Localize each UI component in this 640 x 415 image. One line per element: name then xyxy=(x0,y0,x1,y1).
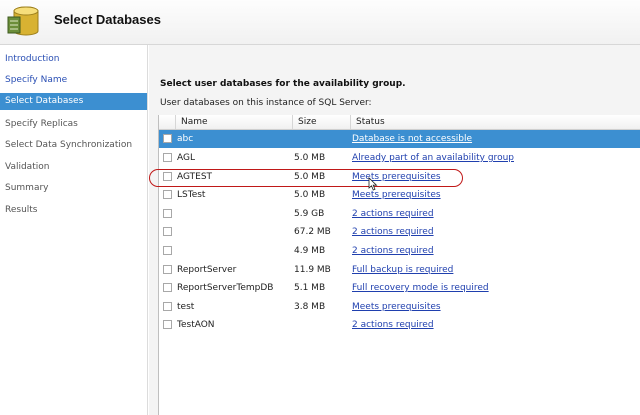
database-size: 5.0 MB xyxy=(294,153,326,163)
table-row[interactable]: LSTest 5.0 MB Meets prerequisites xyxy=(159,186,640,204)
database-name: AGL xyxy=(177,153,195,163)
column-header-size[interactable]: Size xyxy=(293,115,351,129)
row-checkbox[interactable] xyxy=(163,246,172,255)
row-checkbox[interactable] xyxy=(163,209,172,218)
sidebar-item-summary: Summary xyxy=(5,183,49,193)
row-checkbox[interactable] xyxy=(163,265,172,274)
table-row[interactable]: TestAON 2 actions required xyxy=(159,316,640,334)
database-size: 3.8 MB xyxy=(294,302,326,312)
row-checkbox[interactable] xyxy=(163,190,172,199)
page-title: Select Databases xyxy=(54,12,161,27)
database-name: TestAON xyxy=(177,320,215,330)
table-row[interactable]: ReportServer 11.9 MB Full backup is requ… xyxy=(159,261,640,279)
row-checkbox[interactable] xyxy=(163,227,172,236)
mouse-pointer-icon xyxy=(368,177,378,191)
status-link[interactable]: Meets prerequisites xyxy=(352,186,441,204)
database-size: 11.9 MB xyxy=(294,265,331,275)
header-checkbox-column[interactable] xyxy=(159,115,176,129)
wizard-header: Select Databases xyxy=(0,0,640,45)
instruction-text: Select user databases for the availabili… xyxy=(160,79,406,89)
sidebar-item-introduction[interactable]: Introduction xyxy=(0,51,147,68)
grid-header: Name Size Status xyxy=(159,115,640,130)
database-name: abc xyxy=(177,134,194,144)
database-size: 5.0 MB xyxy=(294,190,326,200)
status-link[interactable]: 2 actions required xyxy=(352,223,434,241)
main-panel: Select user databases for the availabili… xyxy=(149,45,640,415)
status-link[interactable]: 2 actions required xyxy=(352,242,434,260)
status-link[interactable]: Database is not accessible xyxy=(352,130,472,148)
table-row[interactable]: ReportServerTempDB 5.1 MB Full recovery … xyxy=(159,279,640,297)
sidebar-item-specify-name[interactable]: Specify Name xyxy=(0,72,147,89)
status-link[interactable]: Meets prerequisites xyxy=(352,298,441,316)
database-name: ReportServerTempDB xyxy=(177,283,274,293)
database-grid: Name Size Status abc Database is not acc… xyxy=(158,115,640,415)
row-checkbox[interactable] xyxy=(163,134,172,143)
database-list-label: User databases on this instance of SQL S… xyxy=(160,98,372,108)
table-row[interactable]: 5.9 GB 2 actions required xyxy=(159,205,640,223)
column-header-status[interactable]: Status xyxy=(351,115,640,129)
column-header-name[interactable]: Name xyxy=(176,115,293,129)
row-checkbox[interactable] xyxy=(163,153,172,162)
table-row[interactable]: 67.2 MB 2 actions required xyxy=(159,223,640,241)
database-size: 5.9 GB xyxy=(294,209,325,219)
table-row[interactable]: AGL 5.0 MB Already part of an availabili… xyxy=(159,149,640,167)
status-link[interactable]: Full backup is required xyxy=(352,261,453,279)
database-size: 4.9 MB xyxy=(294,246,326,256)
sidebar-item-results: Results xyxy=(5,205,38,215)
database-name: test xyxy=(177,302,195,312)
database-name: ReportServer xyxy=(177,265,237,275)
database-name: LSTest xyxy=(177,190,206,200)
row-checkbox[interactable] xyxy=(163,283,172,292)
sidebar-item-select-data-synchronization: Select Data Synchronization xyxy=(5,140,133,150)
sidebar-item-select-databases[interactable]: Select Databases xyxy=(0,93,147,110)
highlight-ring xyxy=(149,169,463,187)
status-link[interactable]: Full recovery mode is required xyxy=(352,279,489,297)
database-size: 5.1 MB xyxy=(294,283,326,293)
sidebar-item-specify-replicas: Specify Replicas xyxy=(5,119,78,129)
table-row[interactable]: abc Database is not accessible xyxy=(159,130,640,148)
table-row[interactable]: test 3.8 MB Meets prerequisites xyxy=(159,298,640,316)
database-size: 67.2 MB xyxy=(294,227,331,237)
sidebar-item-validation: Validation xyxy=(5,162,50,172)
status-link[interactable]: 2 actions required xyxy=(352,316,434,334)
wizard-sidebar: Introduction Specify Name Select Databas… xyxy=(0,45,148,415)
table-row[interactable]: 4.9 MB 2 actions required xyxy=(159,242,640,260)
status-link[interactable]: 2 actions required xyxy=(352,205,434,223)
row-checkbox[interactable] xyxy=(163,320,172,329)
status-link[interactable]: Already part of an availability group xyxy=(352,149,514,167)
database-wizard-icon xyxy=(7,6,39,36)
row-checkbox[interactable] xyxy=(163,302,172,311)
